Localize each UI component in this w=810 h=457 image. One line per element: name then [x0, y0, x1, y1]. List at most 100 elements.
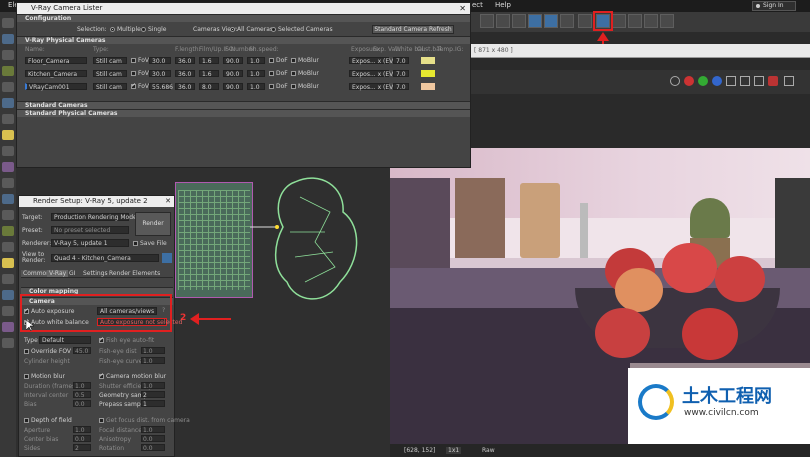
exposure-select[interactable]: Expos... x (EV): [349, 57, 396, 65]
standard-cameras-section-header[interactable]: Standard Cameras: [17, 101, 470, 109]
vfb-save-icon[interactable]: [754, 76, 764, 86]
camera-type-select[interactable]: Still cam: [93, 83, 127, 91]
vfb-alpha-icon[interactable]: [726, 76, 736, 86]
iso-field[interactable]: 90.0: [223, 57, 243, 65]
duration-field[interactable]: 1.0: [73, 382, 91, 390]
tab-settings[interactable]: Settings: [81, 270, 110, 277]
camera-name-field[interactable]: VRayCam001: [25, 83, 87, 91]
camera-type-select[interactable]: Still cam: [93, 70, 127, 78]
vfb-icon[interactable]: [660, 14, 674, 28]
menu-item-help[interactable]: Help: [495, 1, 511, 9]
motion-blur-checkbox[interactable]: [24, 374, 29, 379]
exposure-select[interactable]: Expos... x (EV): [349, 83, 396, 91]
white-balance-swatch[interactable]: [421, 70, 435, 77]
render-iterative-icon[interactable]: [644, 14, 658, 28]
preset-select[interactable]: No preset selected: [51, 226, 129, 234]
iso-field[interactable]: 90.0: [223, 70, 243, 78]
link-icon[interactable]: [2, 82, 14, 92]
radio-single[interactable]: [141, 27, 146, 32]
radio-all-cameras[interactable]: [230, 27, 235, 32]
helper-icon[interactable]: [2, 162, 14, 172]
focus-from-camera-checkbox[interactable]: [99, 418, 104, 423]
shspeed-field[interactable]: 1.0: [247, 70, 265, 78]
lock-icon[interactable]: [162, 253, 172, 263]
standard-camera-refresh-button[interactable]: Standard Camera Refresh: [372, 25, 454, 34]
light-icon[interactable]: [2, 130, 14, 140]
vfb-render-icon[interactable]: [784, 76, 794, 86]
ev-field[interactable]: 7.0: [393, 70, 409, 78]
film-field[interactable]: 36.0: [175, 57, 195, 65]
fov-checkbox[interactable]: [131, 58, 136, 63]
view-to-render-select[interactable]: Quad 4 - Kitchen_Camera: [51, 254, 159, 262]
scale-icon[interactable]: [2, 66, 14, 76]
fisheye-checkbox[interactable]: [99, 336, 104, 343]
ev-field[interactable]: 7.0: [393, 83, 409, 91]
vfb-clear-icon[interactable]: [768, 76, 778, 86]
vray-fur-icon[interactable]: [2, 274, 14, 284]
renderer-select[interactable]: V-Ray 5, update 1: [51, 239, 129, 247]
dof-checkbox[interactable]: [24, 418, 29, 423]
ev-field[interactable]: 7.0: [393, 57, 409, 65]
curve-editor-icon[interactable]: [528, 14, 542, 28]
camera-row[interactable]: Floor_Camera Still cam FoV 30.0 36.0 1.6…: [17, 54, 470, 67]
close-icon[interactable]: ✕: [165, 196, 171, 207]
select-icon[interactable]: [2, 18, 14, 28]
standard-physical-section-header[interactable]: Standard Physical Cameras: [17, 109, 470, 117]
scene-explorer-icon[interactable]: [512, 14, 526, 28]
camera-mb-checkbox[interactable]: [99, 372, 104, 379]
camera-name-field[interactable]: Floor_Camera: [25, 57, 87, 65]
render-icon[interactable]: [628, 14, 642, 28]
film-field[interactable]: 36.0: [175, 70, 195, 78]
material-editor-icon[interactable]: [560, 14, 574, 28]
exposure-select[interactable]: Expos... x (EV): [349, 70, 396, 78]
dof-checkbox[interactable]: [269, 84, 274, 89]
dof-checkbox[interactable]: [269, 71, 274, 76]
dof-checkbox[interactable]: [269, 58, 274, 63]
prepass-field[interactable]: 1: [141, 400, 165, 408]
flength-field[interactable]: 30.0: [149, 57, 171, 65]
layer-icon[interactable]: [496, 14, 510, 28]
close-icon[interactable]: ✕: [459, 3, 466, 14]
vray-proxy-icon[interactable]: [2, 242, 14, 252]
fnumber-field[interactable]: 1.6: [199, 57, 219, 65]
bias-field[interactable]: 0.0: [73, 400, 91, 408]
shspeed-field[interactable]: 1.0: [247, 83, 265, 91]
camera-type-select[interactable]: Still cam: [93, 57, 127, 65]
rotation-field[interactable]: 0.0: [141, 444, 165, 452]
vfb-red-icon[interactable]: [684, 76, 694, 86]
vray-sun-icon[interactable]: [2, 258, 14, 268]
spacewarp-icon[interactable]: [2, 178, 14, 188]
vray-icon[interactable]: [2, 210, 14, 220]
shutter-field[interactable]: 1.0: [141, 382, 165, 390]
config-section-header[interactable]: Configuration: [17, 14, 470, 22]
fisheye-dist-field[interactable]: 1.0: [141, 347, 165, 355]
white-balance-swatch[interactable]: [421, 57, 435, 64]
systems-icon[interactable]: [2, 194, 14, 204]
schematic-icon[interactable]: [544, 14, 558, 28]
fov-field[interactable]: 45.0: [73, 347, 91, 355]
film-field[interactable]: 36.0: [175, 83, 195, 91]
sides-field[interactable]: 2: [73, 444, 91, 452]
render-setup-icon[interactable]: [578, 14, 592, 28]
fisheye-curve-field[interactable]: 1.0: [141, 357, 165, 365]
move-icon[interactable]: [2, 34, 14, 44]
geometry-icon[interactable]: [2, 98, 14, 108]
moblur-checkbox[interactable]: [291, 71, 296, 76]
target-select[interactable]: Production Rendering Mode: [51, 213, 137, 221]
sign-in-button[interactable]: Sign In: [752, 1, 796, 11]
camera-name-field[interactable]: Kitchen_Camera: [25, 70, 87, 78]
physical-cameras-section-header[interactable]: V-Ray Physical Cameras: [17, 36, 470, 44]
rotate-icon[interactable]: [2, 50, 14, 60]
radio-multiple[interactable]: [110, 27, 115, 32]
white-balance-swatch[interactable]: [421, 83, 435, 90]
vfb-mono-icon[interactable]: [740, 76, 750, 86]
geom-samples-field[interactable]: 2: [141, 391, 165, 399]
aperture-field[interactable]: 1.0: [73, 426, 91, 434]
vray-light-icon[interactable]: [2, 226, 14, 236]
fov-checkbox[interactable]: [131, 82, 136, 89]
moblur-checkbox[interactable]: [291, 58, 296, 63]
shspeed-field[interactable]: 1.0: [247, 57, 265, 65]
tab-vray[interactable]: V-Ray: [47, 270, 69, 277]
override-fov-checkbox[interactable]: [24, 349, 29, 354]
moblur-checkbox[interactable]: [291, 84, 296, 89]
